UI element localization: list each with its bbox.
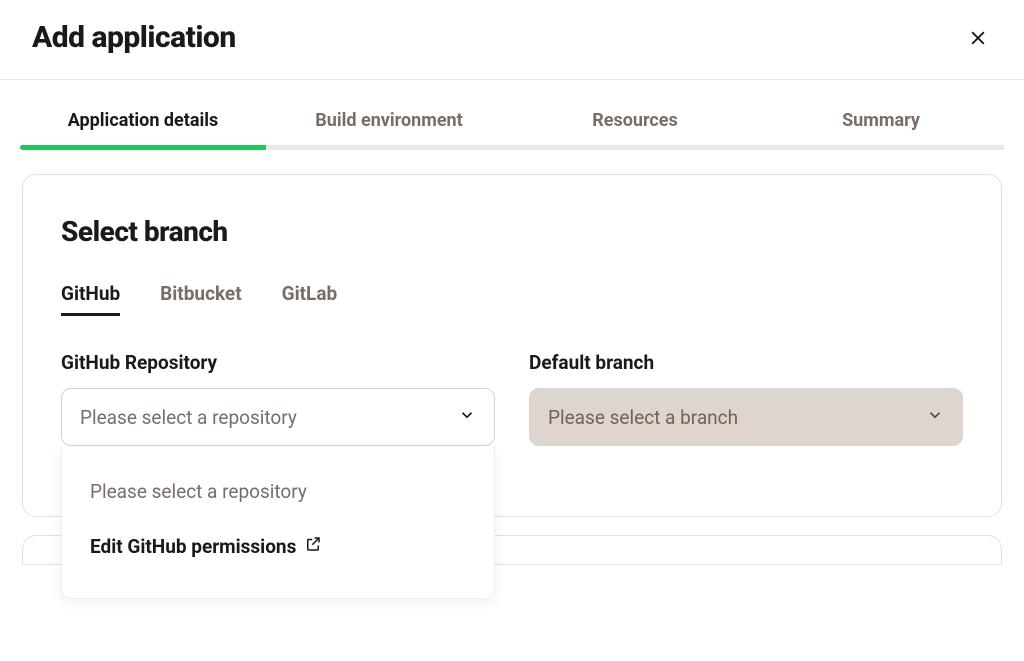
dropdown-placeholder: Please select a repository <box>62 468 494 515</box>
external-link-icon <box>304 535 322 558</box>
step-label: Application details <box>68 110 219 145</box>
tab-github[interactable]: GitHub <box>61 282 120 315</box>
branch-label: Default branch <box>529 351 963 374</box>
step-bar <box>266 145 512 150</box>
provider-tabs: GitHub Bitbucket GitLab <box>61 282 963 315</box>
close-button[interactable] <box>964 24 992 55</box>
step-bar <box>512 145 758 150</box>
step-summary[interactable]: Summary <box>758 110 1004 150</box>
edit-github-permissions-label: Edit GitHub permissions <box>90 535 296 558</box>
repository-dropdown: Please select a repository Edit GitHub p… <box>61 446 495 599</box>
branch-select[interactable]: Please select a branch <box>529 388 963 446</box>
close-icon <box>968 36 988 51</box>
step-build-environment[interactable]: Build environment <box>266 110 512 150</box>
step-bar <box>758 145 1004 150</box>
tab-bitbucket[interactable]: Bitbucket <box>160 282 241 315</box>
repository-label: GitHub Repository <box>61 351 495 374</box>
step-label: Summary <box>842 110 920 145</box>
chevron-down-icon <box>926 406 944 429</box>
card-title: Select branch <box>61 215 963 248</box>
modal-title: Add application <box>32 20 236 55</box>
repository-select[interactable]: Please select a repository <box>61 388 495 446</box>
chevron-down-icon <box>458 406 476 429</box>
step-bar <box>20 145 266 150</box>
edit-github-permissions[interactable]: Edit GitHub permissions <box>62 523 494 570</box>
repository-select-placeholder: Please select a repository <box>80 406 297 429</box>
step-resources[interactable]: Resources <box>512 110 758 150</box>
stepper: Application details Build environment Re… <box>0 110 1024 150</box>
step-label: Build environment <box>315 110 462 145</box>
branch-select-placeholder: Please select a branch <box>548 406 738 429</box>
step-label: Resources <box>592 110 678 145</box>
tab-gitlab[interactable]: GitLab <box>282 282 338 315</box>
step-application-details[interactable]: Application details <box>20 110 266 150</box>
select-branch-card: Select branch GitHub Bitbucket GitLab Gi… <box>22 174 1002 517</box>
